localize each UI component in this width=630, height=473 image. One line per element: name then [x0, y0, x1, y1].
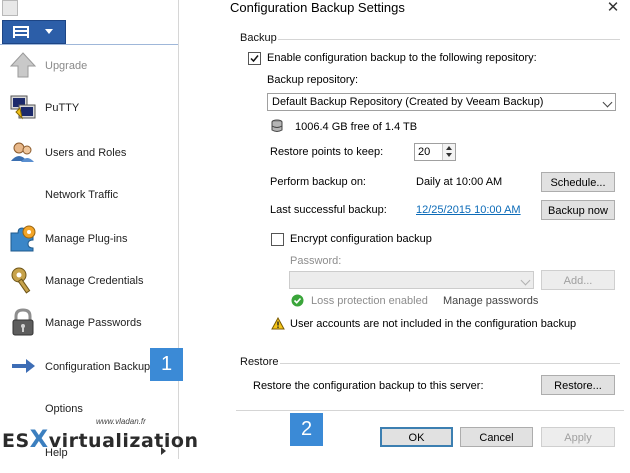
dialog-title: Configuration Backup Settings — [230, 0, 405, 15]
restore-description: Restore the configuration backup to this… — [253, 380, 484, 392]
repository-label: Backup repository: — [267, 74, 359, 86]
enable-backup-checkbox[interactable] — [248, 52, 261, 65]
menu-item-putty[interactable]: PuTTY — [0, 88, 176, 128]
checkmark-icon — [250, 55, 259, 63]
spinner-arrows[interactable] — [442, 144, 455, 160]
main-menu-button[interactable] — [2, 20, 66, 44]
warning-text: User accounts are not included in the co… — [290, 318, 577, 330]
restore-button[interactable]: Restore... — [541, 375, 615, 395]
menu-item-manage-plugins[interactable]: Manage Plug-ins — [0, 219, 176, 259]
menu-item-network-traffic[interactable]: Network Traffic — [0, 175, 176, 215]
manage-passwords-link[interactable]: Manage passwords — [443, 295, 538, 307]
close-icon[interactable]: ✕ — [604, 0, 622, 16]
enable-backup-label[interactable]: Enable configuration backup to the follo… — [267, 52, 537, 64]
password-label: Password: — [290, 255, 342, 267]
menu-item-upgrade[interactable]: Upgrade — [0, 46, 176, 86]
backup-repository-select[interactable]: Default Backup Repository (Created by Ve… — [267, 93, 616, 111]
menu-item-manage-credentials[interactable]: Manage Credentials — [0, 261, 176, 301]
watermark-virtualization: virtualization — [48, 430, 199, 452]
apply-button[interactable]: Apply — [541, 427, 615, 447]
menu-item-label: Manage Credentials — [45, 275, 144, 287]
upgrade-arrow-icon — [9, 52, 37, 78]
watermark-es: ES — [2, 430, 30, 452]
add-password-button[interactable]: Add... — [541, 270, 615, 290]
restore-points-value: 20 — [418, 146, 431, 158]
perform-backup-label: Perform backup on: — [270, 176, 366, 188]
database-icon — [271, 119, 283, 132]
last-backup-label: Last successful backup: — [270, 204, 387, 216]
step-badge-2: 2 — [290, 413, 323, 446]
menu-item-label: Users and Roles — [45, 147, 127, 159]
section-divider — [278, 39, 620, 40]
footer-divider — [236, 410, 624, 411]
menu-item-label: Network Traffic — [45, 189, 119, 201]
app-logo-icon — [2, 0, 18, 16]
check-circle-icon — [291, 294, 304, 307]
menu-item-label: PuTTY — [45, 102, 80, 114]
chevron-down-icon — [602, 97, 613, 108]
backup-section-title: Backup — [240, 32, 277, 44]
cancel-button[interactable]: Cancel — [460, 427, 533, 447]
restore-section-title: Restore — [240, 356, 279, 368]
free-space-text: 1006.4 GB free of 1.4 TB — [295, 121, 418, 133]
backup-repository-value: Default Backup Repository (Created by Ve… — [272, 96, 544, 108]
restore-points-label: Restore points to keep: — [270, 146, 384, 158]
menu-item-label: Configuration Backup — [45, 361, 151, 373]
menu-divider — [0, 44, 178, 45]
perform-backup-value: Daily at 10:00 AM — [416, 176, 503, 188]
puzzle-plugin-icon — [10, 225, 36, 252]
menu-item-users-and-roles[interactable]: Users and Roles — [0, 133, 176, 173]
menu-item-manage-passwords[interactable]: Manage Passwords — [0, 303, 176, 343]
menu-item-label: Manage Passwords — [45, 317, 142, 329]
menu-item-label: Upgrade — [45, 60, 88, 72]
padlock-passwords-icon — [12, 308, 34, 336]
users-icon — [11, 142, 34, 162]
schedule-button[interactable]: Schedule... — [541, 172, 615, 192]
encrypt-backup-label[interactable]: Encrypt configuration backup — [290, 233, 432, 245]
menu-item-label: Manage Plug-ins — [45, 233, 128, 245]
watermark-x: X — [29, 425, 49, 453]
section-divider — [280, 363, 620, 364]
encrypt-backup-checkbox[interactable] — [271, 233, 284, 246]
last-backup-link[interactable]: 12/25/2015 10:00 AM — [416, 204, 521, 216]
key-credentials-icon — [11, 267, 31, 294]
loss-protection-text: Loss protection enabled — [311, 295, 428, 307]
watermark-logo: www.vladan.fr ESXvirtualization — [2, 416, 198, 459]
chevron-down-icon — [45, 29, 53, 34]
warning-icon — [271, 317, 285, 330]
restore-points-spinner[interactable]: 20 — [414, 143, 456, 161]
chevron-down-icon — [520, 275, 531, 286]
arrow-right-icon — [12, 359, 35, 373]
spin-down-icon[interactable] — [446, 153, 452, 157]
ok-button[interactable]: OK — [380, 427, 453, 447]
backup-now-button[interactable]: Backup now — [541, 200, 615, 220]
step-badge-1: 1 — [150, 348, 183, 381]
hamburger-icon — [13, 26, 29, 38]
spin-up-icon[interactable] — [446, 146, 452, 150]
putty-terminal-icon — [10, 95, 36, 120]
password-select[interactable] — [289, 271, 534, 289]
